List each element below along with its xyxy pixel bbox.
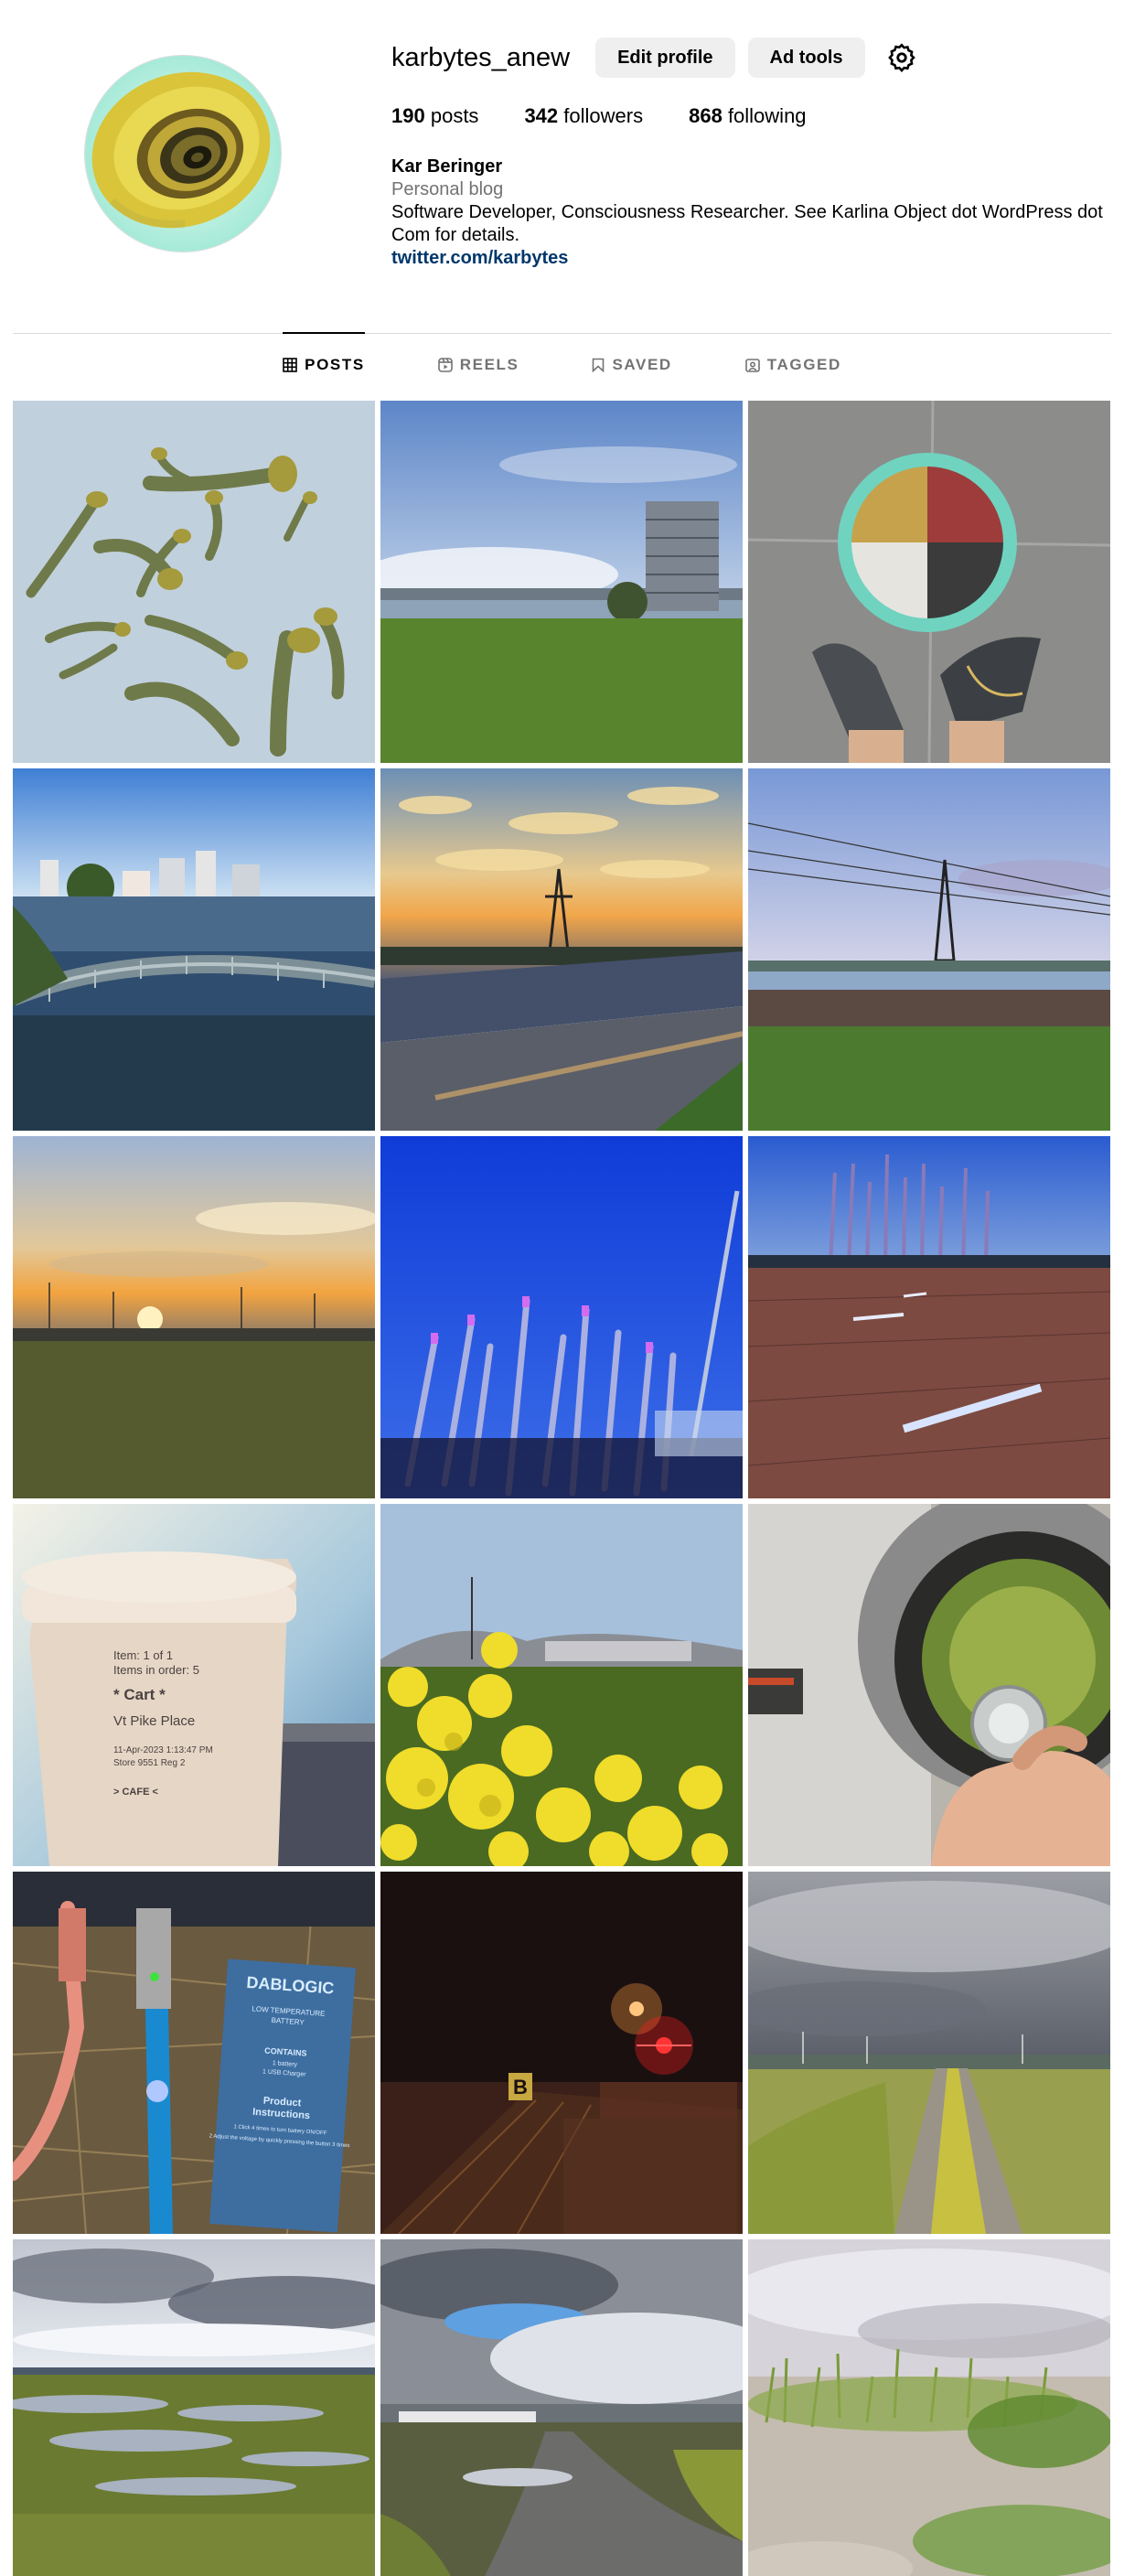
post-thumbnail[interactable] <box>13 2239 375 2576</box>
username: karbytes_anew <box>391 42 571 72</box>
post-thumbnail[interactable] <box>748 2239 1110 2576</box>
post-thumbnail[interactable] <box>748 1504 1110 1866</box>
cup-line-4: Vt Pike Place <box>113 1713 195 1729</box>
blue-light-sculpture-photo <box>380 1136 743 1498</box>
washing-machine-photo <box>748 1504 1110 1866</box>
followers-label: followers <box>563 104 644 127</box>
tab-posts-label: POSTS <box>305 356 365 373</box>
lake-bridge-photo <box>13 768 375 1131</box>
following-stat[interactable]: 868 following <box>689 104 806 128</box>
post-thumbnail[interactable]: B <box>380 1872 743 2234</box>
night-lights-photo: B <box>380 1872 743 2234</box>
yellow-flowers-photo <box>380 1504 743 1866</box>
light-poles-plaza-photo <box>748 1136 1110 1498</box>
username-row: karbytes_anew Edit profile Ad tools <box>391 37 920 79</box>
post-thumbnail[interactable] <box>748 768 1110 1131</box>
bookmark-icon <box>592 358 605 372</box>
mushrooms-photo <box>13 401 375 763</box>
profile-bio-text: Software Developer, Consciousness Resear… <box>391 202 1103 245</box>
battery-cables-photo: DABLOGIC LOW TEMPERATURE BATTERY CONTAIN… <box>13 1872 375 2234</box>
cup-line-3: * Cart * <box>113 1686 166 1703</box>
tab-tagged-label: TAGGED <box>766 356 841 373</box>
tab-posts[interactable]: POSTS <box>283 332 365 397</box>
marsh-clouds-photo <box>13 2239 375 2576</box>
sunset-field-photo <box>13 1136 375 1498</box>
settings-gear-icon[interactable] <box>883 39 920 76</box>
tab-saved[interactable]: SAVED <box>592 333 671 397</box>
grid-icon <box>283 358 297 372</box>
avatar-image <box>85 56 281 252</box>
post-thumbnail[interactable] <box>13 768 375 1131</box>
profile-tabs: POSTS REELS SAVED TAGGED <box>13 332 1111 397</box>
posts-grid: Item: 1 of 1 Items in order: 5 * Cart * … <box>13 401 1111 2576</box>
post-thumbnail[interactable] <box>380 401 743 763</box>
cloudy-road-photo <box>380 2239 743 2576</box>
following-label: following <box>727 104 807 127</box>
sunset-canal-photo <box>380 768 743 1131</box>
post-thumbnail[interactable]: DABLOGIC LOW TEMPERATURE BATTERY CONTAIN… <box>13 1872 375 2234</box>
post-thumbnail[interactable]: Item: 1 of 1 Items in order: 5 * Cart * … <box>13 1504 375 1866</box>
posts-count: 190 <box>391 104 425 127</box>
marsh-grass-photo <box>748 2239 1110 2576</box>
tagged-icon <box>744 358 760 372</box>
profile-stats: 190 posts 342 followers 868 following <box>391 104 852 128</box>
tab-tagged[interactable]: TAGGED <box>744 333 841 397</box>
post-thumbnail[interactable] <box>380 1136 743 1498</box>
painted-circle-photo <box>748 401 1110 763</box>
post-thumbnail[interactable] <box>13 1136 375 1498</box>
profile-external-link[interactable]: twitter.com/karbytes <box>391 247 1105 270</box>
field-power-lines-photo <box>748 768 1110 1131</box>
followers-stat[interactable]: 342 followers <box>524 104 643 128</box>
post-thumbnail[interactable] <box>13 401 375 763</box>
post-thumbnail[interactable] <box>380 768 743 1131</box>
posts-stat: 190 posts <box>391 104 478 128</box>
post-thumbnail[interactable] <box>380 2239 743 2576</box>
profile-bio: Kar Beringer Personal blog Software Deve… <box>391 156 1105 270</box>
tab-saved-label: SAVED <box>612 356 672 373</box>
coffee-cup-photo: Item: 1 of 1 Items in order: 5 * Cart * … <box>13 1504 375 1866</box>
night-sign-letter: B <box>513 2076 528 2098</box>
reels-icon <box>437 358 453 372</box>
profile-header: karbytes_anew Edit profile Ad tools 190 … <box>0 0 1124 329</box>
cup-line-6: Store 9551 Reg 2 <box>113 1758 186 1768</box>
following-count: 868 <box>689 104 723 127</box>
cup-line-7: > CAFE < <box>113 1787 158 1798</box>
followers-count: 342 <box>524 104 559 127</box>
posts-label: posts <box>430 104 479 127</box>
edit-profile-button[interactable]: Edit profile <box>595 38 735 78</box>
tab-reels-label: REELS <box>459 356 519 373</box>
lakeside-building-photo <box>380 401 743 763</box>
cloudy-path-photo <box>748 1872 1110 2234</box>
post-thumbnail[interactable] <box>748 1872 1110 2234</box>
cup-line-5: 11-Apr-2023 1:13:47 PM <box>113 1745 213 1755</box>
profile-full-name: Kar Beringer <box>391 156 503 177</box>
post-thumbnail[interactable] <box>748 1136 1110 1498</box>
post-thumbnail[interactable] <box>380 1504 743 1866</box>
profile-avatar[interactable] <box>84 55 282 252</box>
cup-line-2: Items in order: 5 <box>113 1663 199 1677</box>
ad-tools-button[interactable]: Ad tools <box>747 38 865 78</box>
profile-category: Personal blog <box>391 179 504 199</box>
tab-reels[interactable]: REELS <box>437 333 519 397</box>
cup-line-1: Item: 1 of 1 <box>113 1648 173 1662</box>
post-thumbnail[interactable] <box>748 401 1110 763</box>
